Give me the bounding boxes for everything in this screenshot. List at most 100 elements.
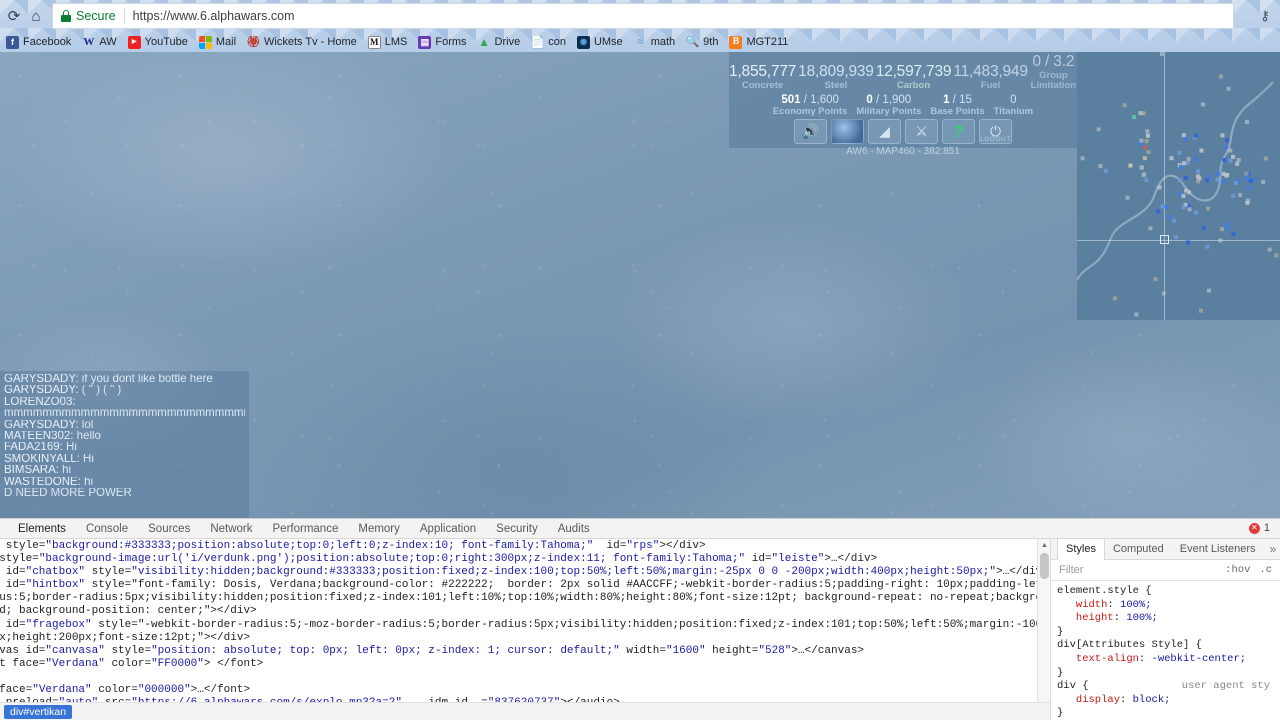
dom-line[interactable]: dius:5;border-radius:5px;visibility:hidd… <box>0 592 1050 605</box>
reload-icon[interactable]: ⟳ <box>4 6 24 26</box>
chat-line: SMOKINYALL: Hi <box>4 454 245 465</box>
game-canvas[interactable]: 1,855,777 Concrete 18,809,939 Steel 12,5… <box>0 52 1280 518</box>
steel-label: Steel <box>824 80 848 92</box>
scroll-up-icon[interactable]: ▲ <box>1038 539 1050 552</box>
dom-line[interactable]: ont face="Verdana" color="FF0000"> </fon… <box>0 658 1050 671</box>
youtube-icon <box>127 35 141 49</box>
hover-toggle[interactable]: :hov <box>1225 564 1250 576</box>
home-icon[interactable]: ⌂ <box>26 6 46 26</box>
styles-tabbar: Styles Computed Event Listeners» <box>1051 539 1280 560</box>
styles-pane: Styles Computed Event Listeners» Filter :h… <box>1050 539 1280 720</box>
base-points-label: Base Points <box>930 106 985 118</box>
devtools-tab-audits[interactable]: Audits <box>548 519 600 539</box>
concrete-value: 1,855,777 <box>729 62 797 80</box>
styles-tab-styles[interactable]: Styles <box>1057 539 1105 560</box>
error-indicator[interactable]: ✕ 1 <box>1248 522 1270 534</box>
dom-line[interactable]: anvas id="canvasa" style="position: abso… <box>0 645 1050 658</box>
dom-line[interactable]: iv id="fragebox" style="-webkit-border-r… <box>0 619 1050 632</box>
bookmark-label: math <box>650 36 676 48</box>
chat-message-list: GARYSDADY: if you dont like bottle here G… <box>4 374 245 499</box>
dom-source-lines: iv style="background:#333333;position:ab… <box>0 539 1050 720</box>
address-bar[interactable]: Secure https://www.6.alphawars.com <box>52 3 1234 29</box>
resource-carbon: 12,597,739 Carbon <box>876 63 952 91</box>
styles-filter-row[interactable]: Filter :hov .c <box>1051 560 1280 581</box>
hud-resources: 1,855,777 Concrete 18,809,939 Steel 12,5… <box>729 52 1077 91</box>
devtools-tab-application[interactable]: Application <box>410 519 486 539</box>
points-military: 0 / 1,900 Military Points <box>856 94 921 117</box>
help-icon[interactable]: ? <box>942 119 975 145</box>
bookmark-label: Forms <box>435 36 467 48</box>
chat-line: LORENZO03: <box>4 397 245 408</box>
chat-text: mmmmmmmmmmmmmmmmmmmmmmmmmmmmmmmmmmmmmmmm… <box>4 408 245 420</box>
dom-line[interactable]: iv style="background:#333333;position:ab… <box>0 540 1050 553</box>
css-rule-close: } <box>1057 666 1064 679</box>
devtools-tab-sources[interactable]: Sources <box>138 519 200 539</box>
bookmark-label: MGT211 <box>746 36 789 48</box>
chat-line: GARYSDADY: ( " ) ( " ) <box>4 385 245 396</box>
dom-tree-pane[interactable]: iv style="background:#333333;position:ab… <box>0 539 1050 720</box>
bookmark-9th[interactable]: 🔍 9th <box>686 36 718 49</box>
styles-tab-event-listeners[interactable]: Event Listeners <box>1172 539 1264 560</box>
dom-scrollbar-thumb[interactable] <box>1040 553 1049 579</box>
radar-icon[interactable]: ◢ <box>868 119 901 145</box>
devtools-tab-performance[interactable]: Performance <box>263 519 349 539</box>
logout-icon[interactable]: ⏻ LOGOUT <box>979 119 1012 145</box>
logout-label: LOGOUT <box>980 136 1011 144</box>
chat-nickname: WASTEDONE: <box>4 476 81 488</box>
chat-nickname: FADA2169: <box>4 442 63 454</box>
dom-scrollbar[interactable]: ▲ <box>1037 539 1050 702</box>
error-icon: ✕ <box>1248 522 1260 534</box>
economy-points-label: Economy Points <box>772 106 848 118</box>
bookmark-umse[interactable]: UMse <box>576 35 623 49</box>
game-hud: 1,855,777 Concrete 18,809,939 Steel 12,5… <box>729 52 1077 157</box>
dom-line[interactable]: 0px;height:200px;font-size:12pt;"></div> <box>0 632 1050 645</box>
bookmark-mail[interactable]: Mail <box>198 35 236 49</box>
dom-line[interactable]: t face="Verdana" color="000000">…</font> <box>0 684 1050 697</box>
bookmark-mgt211[interactable]: B MGT211 <box>729 35 789 49</box>
math-icon: ≈ <box>637 35 644 48</box>
omnibox-divider <box>123 8 125 24</box>
globe-icon[interactable] <box>831 119 864 145</box>
base-points-sep: / <box>949 94 960 107</box>
chat-nickname: MATEEN302: <box>4 431 74 443</box>
minimap-units <box>1080 52 1279 317</box>
bookmark-drive[interactable]: ▲ Drive <box>478 36 520 49</box>
dom-line[interactable]: v> <box>0 671 1050 684</box>
styles-tab-computed[interactable]: Computed <box>1105 539 1172 560</box>
breadcrumb-item-selected[interactable]: div#vertikan <box>4 704 73 719</box>
ingame-chat[interactable]: GARYSDADY: if you dont like bottle here G… <box>0 371 249 518</box>
chat-nickname: LORENZO03: <box>4 396 76 408</box>
devtools-tab-elements[interactable]: Elements <box>8 519 76 539</box>
base-points-value: 1 / 15 <box>943 94 972 106</box>
bookmark-aw[interactable]: W AW <box>82 36 116 49</box>
bookmark-youtube[interactable]: YouTube <box>127 35 188 49</box>
devtools-tab-console[interactable]: Console <box>76 519 138 539</box>
devtools-tab-memory[interactable]: Memory <box>348 519 410 539</box>
css-declaration: height: 100%; <box>1075 612 1158 625</box>
sound-icon[interactable]: 🔊 <box>794 119 827 145</box>
styles-more-icon[interactable]: » <box>1264 542 1280 556</box>
devtools-panel: Elements Console Sources Network Performance… <box>0 518 1280 720</box>
bookmark-lms[interactable]: M LMS <box>367 35 407 49</box>
group-limitation-value: 0 / 3.2 <box>1032 53 1075 70</box>
devtools-tab-network[interactable]: Network <box>200 519 262 539</box>
bookmark-label: 9th <box>703 36 719 48</box>
dom-line[interactable]: xed; background-position: center;"></div… <box>0 605 1050 618</box>
resource-fuel: 11,483,949 Fuel <box>953 63 1028 91</box>
class-toggle[interactable]: .c <box>1259 564 1272 576</box>
dom-line[interactable]: v style="background-image:url('i/verdunk… <box>0 553 1050 566</box>
build-icon[interactable]: ⚔ <box>905 119 938 145</box>
bookmark-math[interactable]: ≈ math <box>634 36 675 49</box>
dom-line[interactable]: iv id="hintbox" style="font-family: Dosi… <box>0 579 1050 592</box>
bookmark-forms[interactable]: Forms <box>418 35 467 49</box>
css-declaration: width: 100%; <box>1075 598 1152 611</box>
bookmark-con[interactable]: 📄 con <box>531 36 566 49</box>
dom-line[interactable]: iv id="chatbox" style="visibility:hidden… <box>0 566 1050 579</box>
devtools-tab-security[interactable]: Security <box>486 519 548 539</box>
bookmark-wickets-tv[interactable]: 🏵 Wickets Tv - Home <box>247 36 357 49</box>
minimap[interactable] <box>1077 52 1280 320</box>
economy-points-sep: / <box>800 94 811 107</box>
key-icon[interactable]: ⚷ <box>1254 7 1276 25</box>
bookmark-facebook[interactable]: f Facebook <box>6 35 71 49</box>
bookmark-label: UMse <box>593 36 623 48</box>
